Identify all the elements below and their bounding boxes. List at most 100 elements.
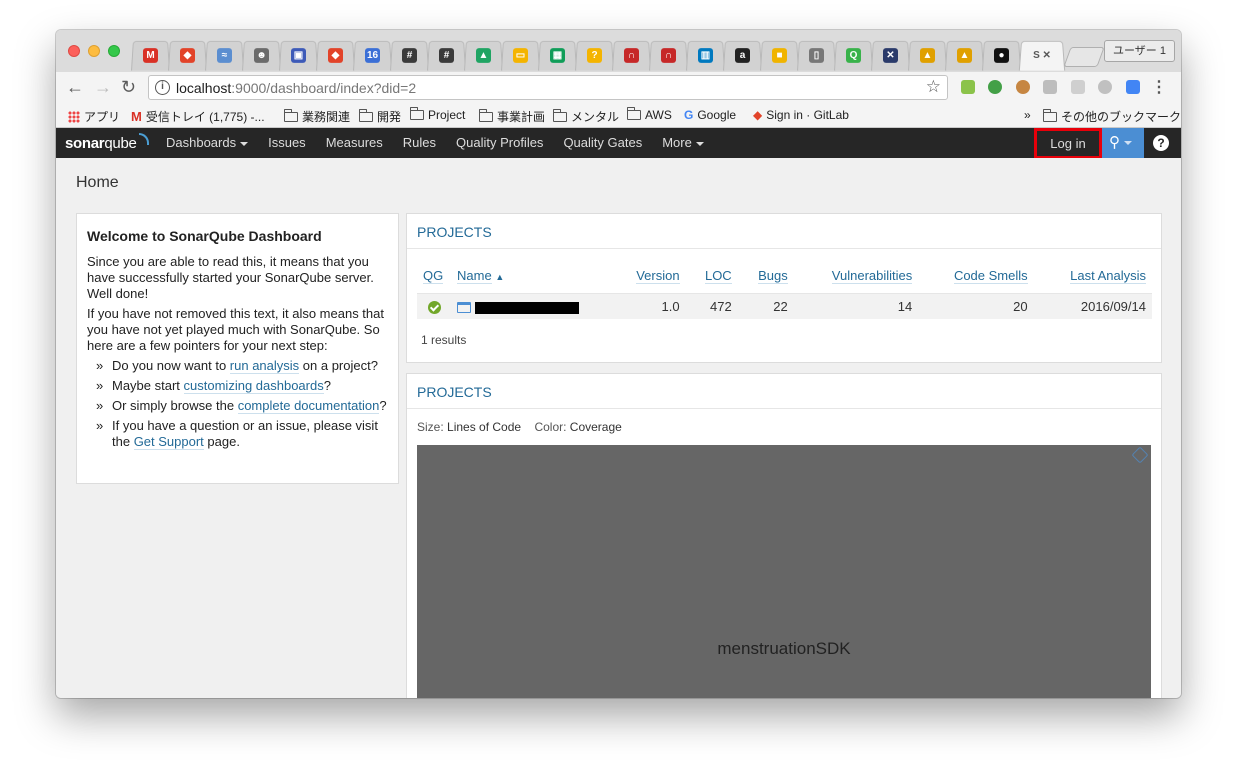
browser-tab[interactable]: M — [130, 40, 171, 71]
google-icon: G — [684, 108, 694, 122]
bookmark-folder-aws[interactable]: AWS — [627, 107, 672, 122]
browser-tab[interactable]: ▲ — [463, 40, 504, 71]
column-code-smells[interactable]: Code Smells — [918, 264, 1034, 294]
nav-item-quality-gates[interactable]: Quality Gates — [553, 128, 652, 158]
help-icon[interactable]: ? — [1153, 135, 1169, 151]
translate-extension-icon[interactable] — [1126, 80, 1140, 94]
browser-tab[interactable]: ◆ — [167, 40, 208, 71]
column-qg[interactable]: QG — [417, 264, 451, 294]
column-name[interactable]: Name ▲ — [451, 264, 611, 294]
loc-cell[interactable]: 472 — [685, 293, 738, 320]
bookmark-inbox[interactable]: M 受信トレイ (1,775) -... — [131, 108, 265, 125]
url-text[interactable]: localhost:9000/dashboard/index?did=2 — [176, 80, 416, 96]
browser-tab[interactable]: ▯ — [796, 40, 837, 71]
table-row[interactable]: 1.0 472 22 14 20 2016/09/14 — [417, 293, 1152, 320]
logo-arc-icon — [138, 133, 149, 145]
browser-tab[interactable]: ▲ — [944, 40, 985, 71]
browser-tab[interactable]: ▣ — [278, 40, 319, 71]
back-icon[interactable]: ← — [66, 76, 84, 98]
browser-tab[interactable]: ∩ — [648, 40, 689, 71]
bookmarks-overflow-button[interactable]: » — [1024, 108, 1031, 122]
browser-tab[interactable]: a — [722, 40, 763, 71]
page-icon: ▯ — [808, 48, 825, 63]
reload-icon[interactable]: ↻ — [121, 76, 136, 98]
browser-menu-icon[interactable]: ⋮ — [1151, 77, 1167, 97]
profile-button[interactable]: ユーザー 1 — [1104, 40, 1175, 62]
browser-tab[interactable]: ◆ — [315, 40, 356, 71]
forward-icon[interactable]: → — [94, 76, 112, 98]
browser-tab[interactable]: ▥ — [685, 40, 726, 71]
address-bar[interactable]: i localhost:9000/dashboard/index?did=2 ☆ — [148, 75, 948, 100]
bookmark-star-icon[interactable]: ☆ — [926, 77, 941, 97]
bookmark-gitlab[interactable]: ◆ Sign in · GitLab — [753, 108, 849, 122]
nav-item-rules[interactable]: Rules — [393, 128, 446, 158]
other-bookmarks-folder[interactable]: その他のブックマーク — [1043, 108, 1181, 125]
browser-tab[interactable]: 16 — [352, 40, 393, 71]
browser-tab[interactable]: ▦ — [537, 40, 578, 71]
search-button[interactable]: ⚲ — [1102, 128, 1144, 158]
bookmark-folder-plan[interactable]: 事業計画 — [479, 108, 545, 125]
vulnerabilities-cell[interactable]: 14 — [793, 293, 919, 320]
close-window-button[interactable] — [68, 45, 80, 57]
calendar-icon: 16 — [364, 48, 381, 63]
link-icon[interactable] — [1131, 446, 1149, 464]
chevron-down-icon — [695, 141, 704, 146]
column-loc[interactable]: LOC — [685, 264, 738, 294]
bookmark-folder-dev[interactable]: 開発 — [359, 108, 401, 125]
run-analysis-link[interactable]: run analysis — [229, 358, 300, 374]
layout-extension-icon[interactable] — [1071, 80, 1085, 94]
project-name-cell[interactable] — [451, 293, 611, 320]
get-support-link[interactable]: Get Support — [133, 434, 204, 450]
ghostery-extension-icon[interactable] — [1098, 80, 1112, 94]
documentation-link[interactable]: complete documentation — [237, 398, 380, 414]
chevron-down-icon — [240, 141, 249, 146]
app-icon: ▲ — [919, 48, 936, 63]
nav-item-more[interactable]: More — [652, 128, 714, 158]
nav-item-issues[interactable]: Issues — [258, 128, 316, 158]
browser-tab[interactable]: ■ — [759, 40, 800, 71]
browser-tab[interactable]: ▲ — [907, 40, 948, 71]
browser-tab[interactable]: ≈ — [204, 40, 245, 71]
bookmark-folder-business[interactable]: 業務関連 — [284, 108, 350, 125]
redacted-project-name[interactable] — [475, 301, 579, 314]
browser-tab[interactable]: ● — [981, 40, 1022, 71]
nav-item-dashboards[interactable]: Dashboards — [156, 128, 258, 158]
new-tab-button[interactable] — [1063, 47, 1105, 67]
browser-tab-active[interactable]: S ✕ — [1018, 40, 1066, 71]
bookmark-apps[interactable]: アプリ — [68, 108, 120, 125]
nav-item-quality-profiles[interactable]: Quality Profiles — [446, 128, 553, 158]
browser-tab[interactable]: Q — [833, 40, 874, 71]
zoom-window-button[interactable] — [108, 45, 120, 57]
browser-tab[interactable]: ▭ — [500, 40, 541, 71]
browser-tab[interactable]: ∩ — [611, 40, 652, 71]
nav-item-measures[interactable]: Measures — [316, 128, 393, 158]
sonarqube-logo[interactable]: sonarqube — [65, 133, 149, 152]
treemap: menstruationSDK — [417, 445, 1151, 698]
column-last-analysis[interactable]: Last Analysis — [1033, 264, 1152, 294]
column-bugs[interactable]: Bugs — [737, 264, 794, 294]
browser-tab[interactable]: ✕ — [870, 40, 911, 71]
cookie-extension-icon[interactable] — [1016, 80, 1030, 94]
bookmark-folder-project[interactable]: Project — [410, 107, 465, 122]
widget-title: PROJECTS — [407, 214, 1161, 249]
minimize-window-button[interactable] — [88, 45, 100, 57]
login-button[interactable]: Log in — [1034, 128, 1102, 159]
column-vulnerabilities[interactable]: Vulnerabilities — [793, 264, 919, 294]
bookmark-google[interactable]: G Google — [684, 108, 736, 122]
bookmark-folder-mental[interactable]: メンタル — [553, 108, 619, 125]
browser-tab[interactable]: ? — [574, 40, 615, 71]
evernote-extension-icon[interactable] — [988, 80, 1002, 94]
customizing-dashboards-link[interactable]: customizing dashboards — [183, 378, 324, 394]
treemap-tile-label[interactable]: menstruationSDK — [417, 639, 1151, 659]
code-smells-cell[interactable]: 20 — [918, 293, 1034, 320]
bugs-cell[interactable]: 22 — [737, 293, 794, 320]
drive-extension-icon[interactable] — [1043, 80, 1057, 94]
pointer-list: Do you now want to run analysis on a pro… — [87, 358, 388, 450]
column-version[interactable]: Version — [611, 264, 686, 294]
folder-icon — [410, 107, 424, 120]
android-extension-icon[interactable] — [961, 80, 975, 94]
browser-tab[interactable]: ☻ — [241, 40, 282, 71]
info-icon[interactable]: i — [155, 80, 170, 95]
browser-tab[interactable]: # — [389, 40, 430, 71]
browser-tab[interactable]: # — [426, 40, 467, 71]
